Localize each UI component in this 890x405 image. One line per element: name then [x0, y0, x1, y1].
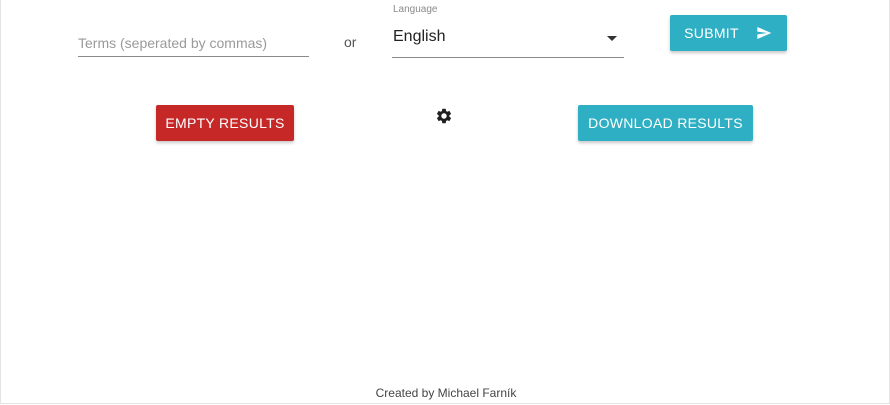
submit-button-label: SUBMIT [684, 25, 739, 41]
footer-credit: Created by Michael Farník [375, 386, 517, 400]
terms-field [78, 18, 309, 58]
gear-icon[interactable] [435, 107, 453, 125]
send-icon [757, 27, 772, 39]
submit-button[interactable]: SUBMIT [670, 15, 787, 51]
or-label: or [344, 34, 357, 50]
caret-down-icon [607, 36, 617, 41]
empty-results-label: EMPTY RESULTS [165, 115, 285, 131]
terms-input[interactable] [78, 30, 309, 57]
empty-results-button[interactable]: EMPTY RESULTS [156, 105, 294, 141]
language-label: Language [393, 4, 438, 15]
language-select[interactable]: English [392, 23, 624, 58]
download-results-button[interactable]: DOWNLOAD RESULTS [578, 105, 753, 141]
language-field: Language English [392, 3, 624, 59]
download-results-label: DOWNLOAD RESULTS [588, 115, 743, 131]
language-selected-value: English [393, 28, 446, 45]
app-frame: or Language English SUBMIT EMPTY RESULTS… [0, 0, 890, 404]
